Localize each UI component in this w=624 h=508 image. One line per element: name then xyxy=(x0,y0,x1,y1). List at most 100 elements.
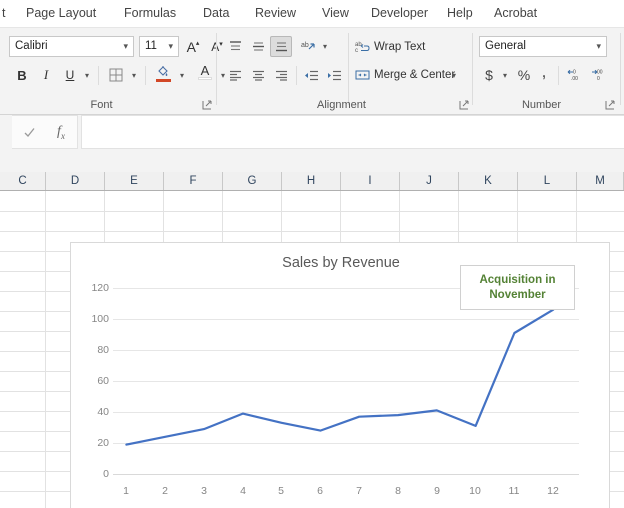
bold-button[interactable]: B xyxy=(11,64,33,86)
enter-formula-button[interactable] xyxy=(13,116,45,148)
ribbon-tab-page-layout[interactable]: Page Layout xyxy=(26,3,96,24)
ribbon-tab-acrobat[interactable]: Acrobat xyxy=(494,3,537,24)
gridline-40 xyxy=(113,412,579,413)
chart-object[interactable]: Sales by Revenue 120 100 80 60 40 20 0 1… xyxy=(70,242,610,508)
gridline-100 xyxy=(113,319,579,320)
align-middle-button[interactable] xyxy=(247,36,269,57)
font-name-combo[interactable]: Calibri ▾ xyxy=(9,36,134,57)
decrease-decimal-button[interactable]: 00 0 xyxy=(588,64,610,86)
y-tick-120: 120 xyxy=(91,282,109,294)
underline-button[interactable]: U xyxy=(59,64,81,86)
align-middle-icon xyxy=(252,42,264,51)
svg-text:c: c xyxy=(355,48,358,54)
decrease-indent-button[interactable] xyxy=(301,64,323,86)
ribbon-tab-formulas[interactable]: Formulas xyxy=(124,3,176,24)
formula-bar-row: fx xyxy=(0,115,624,172)
gridline-20 xyxy=(113,443,579,444)
column-header-m[interactable]: M xyxy=(577,172,624,190)
fill-color-button[interactable] xyxy=(151,62,175,86)
align-top-button[interactable] xyxy=(224,36,246,57)
decrease-decimal-icon: 00 0 xyxy=(592,70,603,82)
increase-decimal-icon: 0 .00 xyxy=(567,70,578,82)
underline-icon: U xyxy=(65,68,75,82)
insert-function-button[interactable]: fx xyxy=(45,116,77,148)
merge-center-dropdown-button[interactable]: ▾ xyxy=(447,64,461,86)
increase-indent-button[interactable] xyxy=(324,64,346,86)
align-left-button[interactable] xyxy=(224,64,246,86)
font-dialog-launcher[interactable] xyxy=(202,100,213,111)
number-dialog-launcher[interactable] xyxy=(605,100,616,111)
svg-text:0: 0 xyxy=(573,70,576,76)
orientation-button[interactable]: ab xyxy=(297,36,319,57)
column-header-k[interactable]: K xyxy=(459,172,518,190)
fx-icon: fx xyxy=(57,123,65,141)
orientation-icon: ab xyxy=(301,42,315,49)
number-format-value: General xyxy=(485,40,526,52)
check-icon xyxy=(24,127,35,137)
align-center-button[interactable] xyxy=(247,64,269,86)
orientation-dropdown-button[interactable]: ▾ xyxy=(319,36,331,57)
x-tick-8: 8 xyxy=(395,485,401,497)
annotation-text: Acquisition in November xyxy=(479,273,555,303)
merge-center-button[interactable]: Merge & Center xyxy=(352,64,455,86)
chevron-down-icon: ▾ xyxy=(322,42,327,51)
y-tick-60: 60 xyxy=(97,375,109,387)
caret-up-icon: ▴ xyxy=(195,39,200,47)
chevron-down-icon: ▾ xyxy=(502,70,507,80)
column-header-c[interactable]: C xyxy=(0,172,46,190)
alignment-dialog-launcher[interactable] xyxy=(459,100,470,111)
increase-decimal-button[interactable]: 0 .00 xyxy=(564,64,586,86)
gridline-80 xyxy=(113,350,579,351)
x-tick-6: 6 xyxy=(317,485,323,497)
italic-button[interactable]: I xyxy=(35,64,57,86)
currency-format-button[interactable]: $ xyxy=(479,64,499,86)
column-header-g[interactable]: G xyxy=(223,172,282,190)
increase-font-size-button[interactable]: A ▴ xyxy=(182,36,204,57)
comma-format-button[interactable]: , xyxy=(535,62,553,86)
ribbon-tab-data[interactable]: Data xyxy=(203,3,229,24)
align-bottom-button[interactable] xyxy=(270,36,292,57)
annotation-callout[interactable]: Acquisition in November xyxy=(460,265,575,310)
svg-text:0: 0 xyxy=(597,76,600,82)
column-header-l[interactable]: L xyxy=(518,172,577,190)
column-header-h[interactable]: H xyxy=(282,172,341,190)
ribbon-tab-view[interactable]: View xyxy=(322,3,349,24)
annotation-line-1: Acquisition in xyxy=(479,273,556,286)
wrap-text-button[interactable]: ab c Wrap Text xyxy=(352,36,450,57)
font-name-value: Calibri xyxy=(15,40,48,52)
x-tick-4: 4 xyxy=(240,485,246,497)
dialog-launcher-icon xyxy=(459,100,469,110)
chevron-down-icon: ▾ xyxy=(596,41,601,51)
currency-dropdown-button[interactable]: ▾ xyxy=(499,64,511,86)
column-header-d[interactable]: D xyxy=(46,172,105,190)
ribbon-tab-insert-partial[interactable]: t xyxy=(2,3,5,24)
gridline-60 xyxy=(113,381,579,382)
font-size-combo[interactable]: 11 ▾ xyxy=(139,36,179,57)
ribbon-tab-help[interactable]: Help xyxy=(447,3,473,24)
formula-input[interactable] xyxy=(81,115,624,149)
underline-dropdown-button[interactable]: ▾ xyxy=(81,64,93,86)
number-format-combo[interactable]: General ▾ xyxy=(479,36,607,57)
font-color-button[interactable]: A xyxy=(194,62,216,86)
x-tick-9: 9 xyxy=(434,485,440,497)
align-right-button[interactable] xyxy=(270,64,292,86)
name-box-partial[interactable] xyxy=(0,115,12,151)
column-header-e[interactable]: E xyxy=(105,172,164,190)
borders-dropdown-button[interactable]: ▾ xyxy=(128,64,140,86)
percent-format-button[interactable]: % xyxy=(514,64,534,86)
wrap-text-label: Wrap Text xyxy=(374,40,426,53)
x-axis-line xyxy=(113,474,579,475)
fill-color-dropdown-button[interactable]: ▾ xyxy=(176,64,188,86)
align-top-icon xyxy=(229,41,241,51)
y-tick-20: 20 xyxy=(97,437,109,449)
borders-button[interactable] xyxy=(104,64,128,86)
y-tick-100: 100 xyxy=(91,313,109,325)
annotation-line-2: November xyxy=(489,288,546,301)
column-header-i[interactable]: I xyxy=(341,172,400,190)
ribbon-tab-developer[interactable]: Developer xyxy=(371,3,428,24)
bold-icon: B xyxy=(17,67,27,83)
column-header-f[interactable]: F xyxy=(164,172,223,190)
ribbon-tab-review[interactable]: Review xyxy=(255,3,296,24)
chevron-down-icon: ▾ xyxy=(131,70,136,80)
column-header-j[interactable]: J xyxy=(400,172,459,190)
